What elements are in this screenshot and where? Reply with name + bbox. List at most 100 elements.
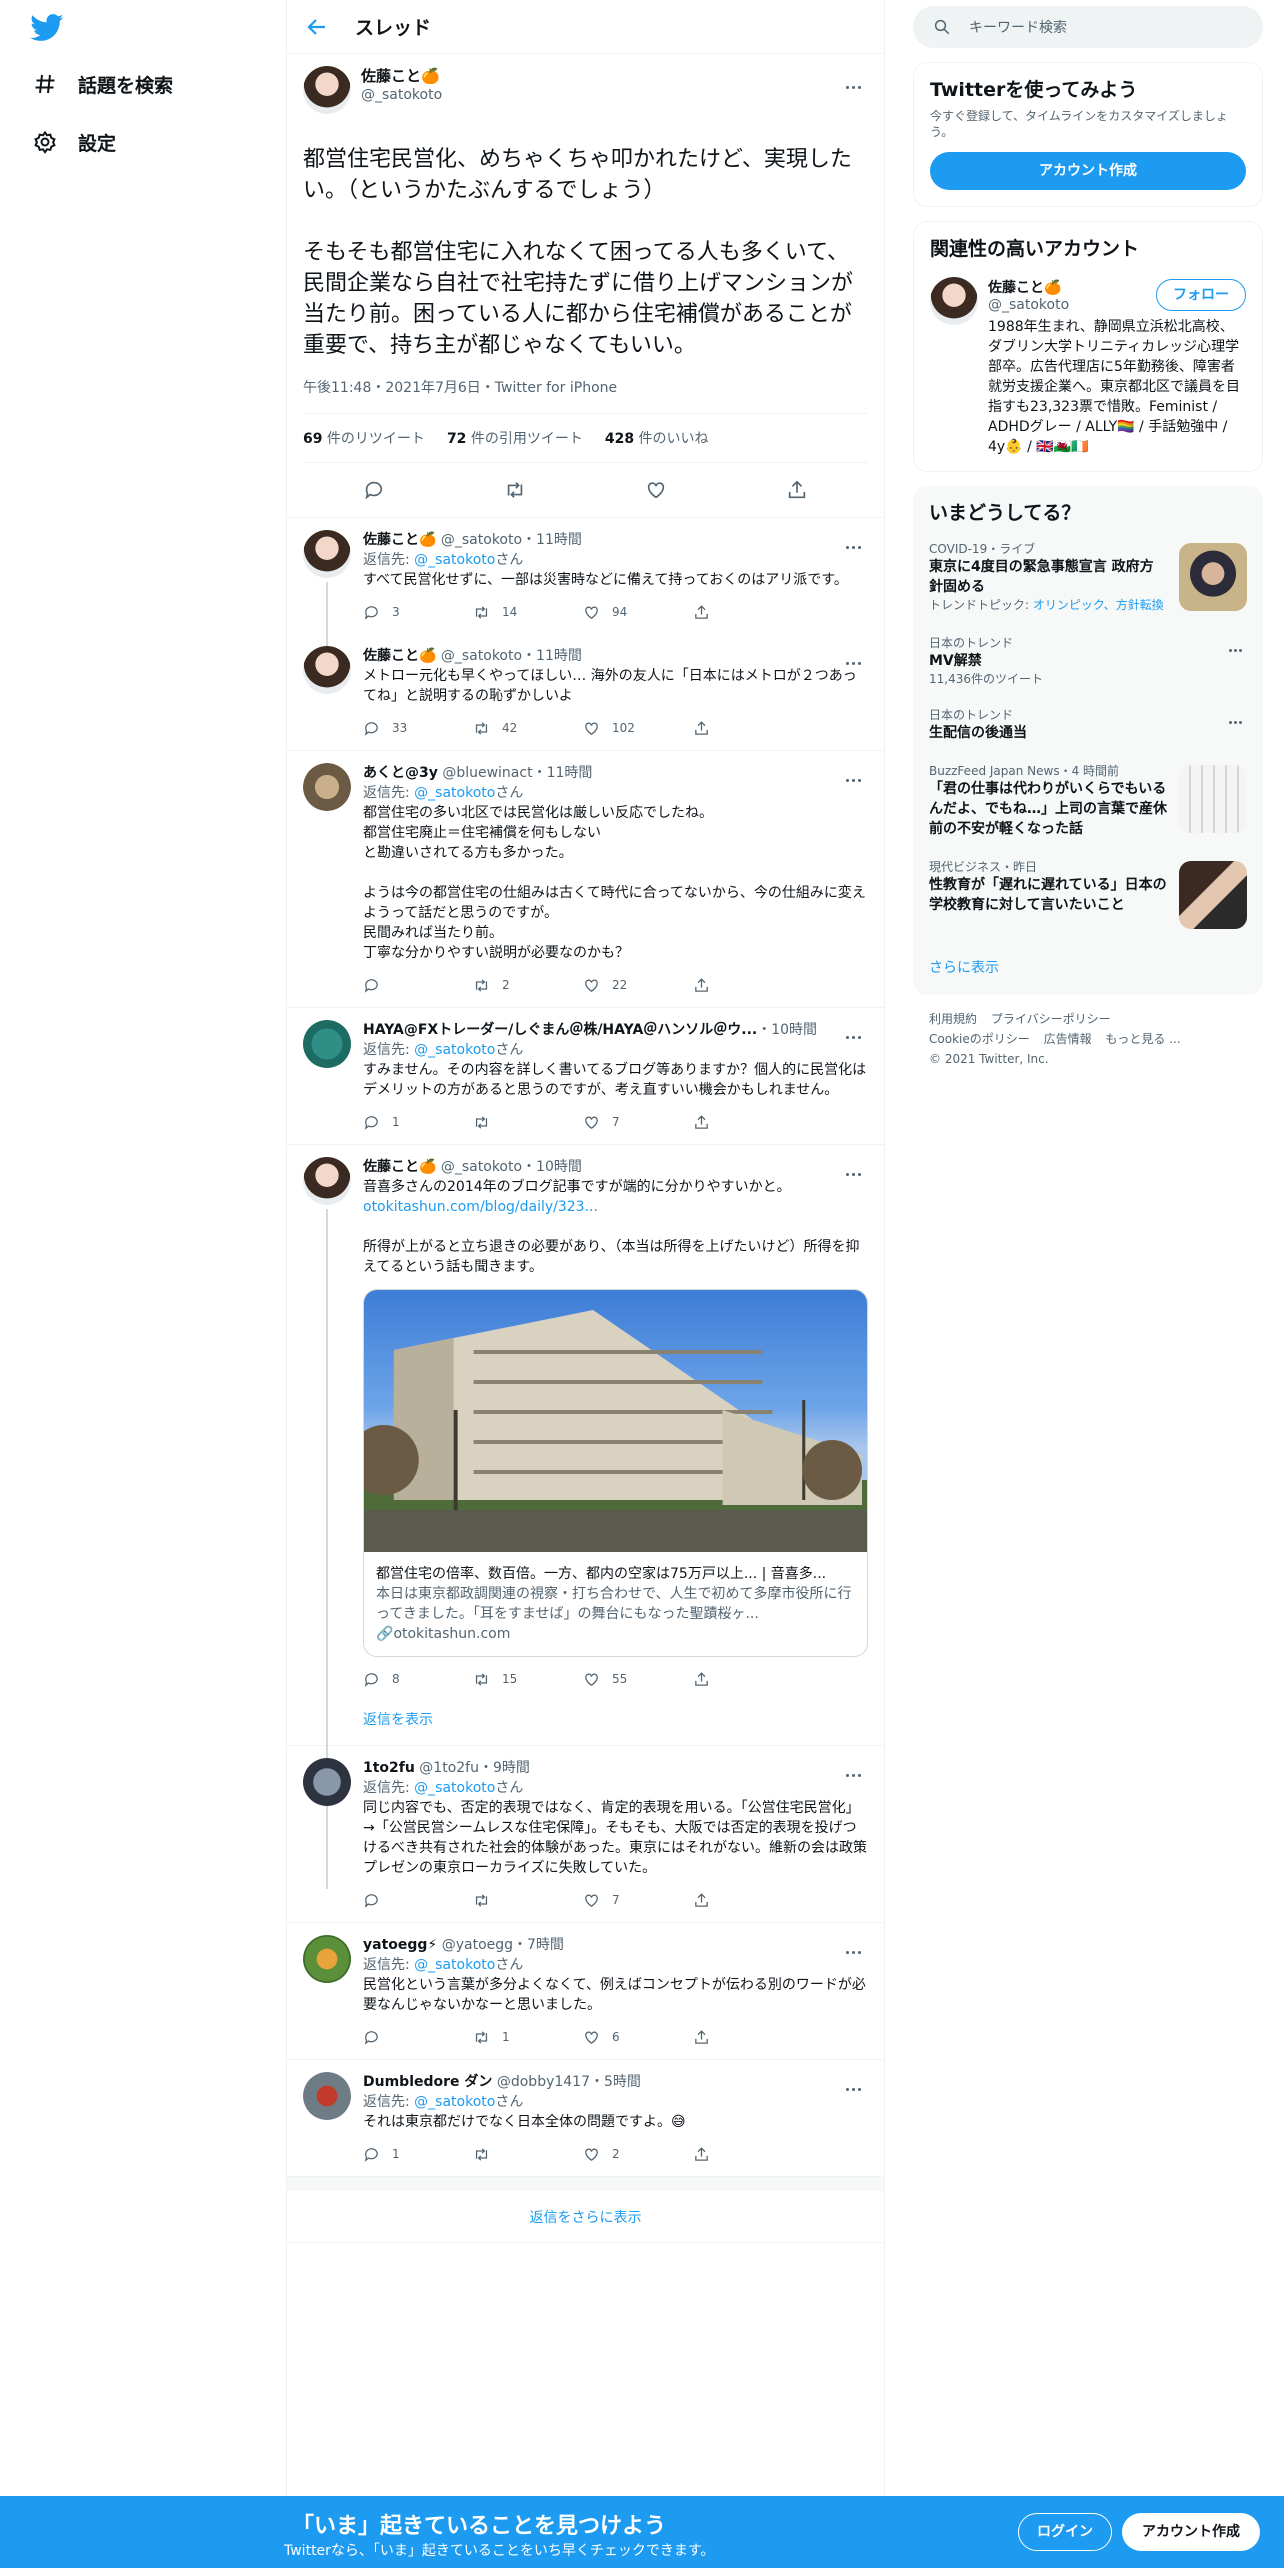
footer-link-ads[interactable]: 広告情報 — [1044, 1032, 1092, 1046]
like-button[interactable]: 55 — [583, 1671, 693, 1688]
reply-meta[interactable]: ・10時間 — [757, 1022, 817, 1038]
reply-author-name[interactable]: 1to2fu — [363, 1760, 415, 1776]
retweet-button[interactable]: 2 — [473, 977, 583, 994]
share-button[interactable] — [693, 977, 803, 994]
more-options-icon[interactable] — [846, 1939, 868, 1954]
reply-meta[interactable]: @_satokoto・10時間 — [436, 1159, 582, 1175]
avatar[interactable] — [303, 1020, 351, 1068]
like-stat[interactable]: 428 件のいいね — [605, 428, 709, 448]
reply-author-name[interactable]: 佐藤こと🍊 — [363, 648, 436, 664]
reply-author-name[interactable]: 佐藤こと🍊 — [363, 1159, 436, 1175]
reply-button[interactable]: 8 — [363, 1671, 473, 1688]
retweet-button[interactable] — [473, 1114, 583, 1131]
retweet-button[interactable] — [473, 2146, 583, 2163]
back-arrow-icon[interactable] — [305, 15, 329, 39]
like-button[interactable]: 2 — [583, 2146, 693, 2163]
share-button[interactable] — [693, 1114, 803, 1131]
reply-to-user[interactable]: @_satokoto — [414, 552, 495, 568]
more-options-icon[interactable] — [846, 2076, 868, 2091]
author-name[interactable]: 佐藤こと🍊 — [361, 66, 442, 86]
trend-item[interactable]: COVID-19・ライブ 東京に4度目の緊急事態宣言 政府方針固める トレンドト… — [913, 531, 1263, 625]
reply-meta[interactable]: @yatoegg・7時間 — [437, 1937, 564, 1953]
retweet-button[interactable]: 42 — [473, 720, 583, 737]
follow-button[interactable]: フォロー — [1156, 279, 1246, 311]
share-icon[interactable] — [786, 479, 808, 501]
share-button[interactable] — [693, 2029, 803, 2046]
tweet-timestamp[interactable]: 午後11:48・2021年7月6日・Twitter for iPhone — [303, 377, 868, 397]
reply-meta[interactable]: @bluewinact・11時間 — [438, 765, 592, 781]
reply-to-user[interactable]: @_satokoto — [414, 1957, 495, 1973]
footer-link-terms[interactable]: 利用規約 — [929, 1012, 977, 1026]
avatar[interactable] — [303, 1935, 351, 1983]
trend-item[interactable]: 日本のトレンド 生配信の後通当 — [913, 697, 1263, 753]
reply-button[interactable] — [363, 977, 473, 994]
like-button[interactable]: 102 — [583, 720, 693, 737]
search-box[interactable]: キーワード検索 — [913, 6, 1263, 48]
more-options-icon[interactable] — [846, 650, 868, 665]
reply-to-user[interactable]: @_satokoto — [414, 1780, 495, 1796]
more-options-icon[interactable] — [846, 767, 868, 782]
account-card[interactable]: 佐藤こと🍊 @_satokoto 1988年生まれ、静岡県立浜松北高校、ダブリン… — [914, 267, 1262, 471]
more-options-icon[interactable] — [1229, 709, 1247, 724]
reply-tweet[interactable]: 佐藤こと🍊 @_satokoto・11時間 返信先: @_satokotoさん … — [287, 518, 884, 664]
more-options-icon[interactable] — [846, 74, 868, 89]
share-button[interactable] — [693, 1671, 803, 1688]
reply-author-name[interactable]: あくと@3y — [363, 765, 438, 781]
retweet-icon[interactable] — [504, 479, 526, 501]
more-replies-link[interactable]: 返信をさらに表示 — [287, 2191, 884, 2243]
login-button[interactable]: ログイン — [1018, 2513, 1112, 2551]
avatar[interactable] — [303, 66, 351, 114]
reply-author-name[interactable]: HAYA@FXトレーダー/しぐまん＠株/HAYA＠ハンソル＠ウ... — [363, 1022, 757, 1038]
reply-button[interactable]: 3 — [363, 604, 473, 621]
author-handle[interactable]: @_satokoto — [361, 86, 442, 104]
more-options-icon[interactable] — [846, 1161, 868, 1176]
retweet-button[interactable] — [473, 1892, 583, 1909]
like-button[interactable]: 7 — [583, 1114, 693, 1131]
reply-button[interactable] — [363, 2029, 473, 2046]
reply-tweet[interactable]: 佐藤こと🍊 @_satokoto・10時間 音喜多さんの2014年のブログ記事で… — [287, 1145, 884, 1889]
share-button[interactable] — [693, 2146, 803, 2163]
avatar[interactable] — [303, 646, 351, 694]
create-account-button[interactable]: アカウント作成 — [930, 152, 1246, 190]
share-button[interactable] — [693, 720, 803, 737]
reply-author-name[interactable]: 佐藤こと🍊 — [363, 532, 436, 548]
link-card[interactable]: 都営住宅の倍率、数百倍。一方、都内の空家は75万戸以上... | 音喜多... … — [363, 1289, 868, 1657]
footer-link-cookies[interactable]: Cookieのポリシー — [929, 1032, 1030, 1046]
avatar[interactable] — [303, 1758, 351, 1806]
show-replies-link[interactable]: 返信を表示 — [287, 1701, 884, 1746]
like-button[interactable]: 22 — [583, 977, 693, 994]
trend-topic-link[interactable]: オリンピック、方針転換 — [1033, 598, 1164, 612]
reply-tweet[interactable]: Dumbledore ダン @dobby1417・5時間 返信先: @_sato… — [287, 2060, 884, 2177]
reply-meta[interactable]: @_satokoto・11時間 — [436, 532, 582, 548]
avatar[interactable] — [303, 1157, 351, 1205]
like-icon[interactable] — [645, 479, 667, 501]
reply-icon[interactable] — [363, 479, 385, 501]
reply-meta[interactable]: @1to2fu・9時間 — [415, 1760, 530, 1776]
reply-tweet[interactable]: yatoegg⚡ @yatoegg・7時間 返信先: @_satokotoさん … — [287, 1923, 884, 2060]
reply-tweet[interactable]: 1to2fu @1to2fu・9時間 返信先: @_satokotoさん 同じ内… — [287, 1746, 884, 1923]
like-button[interactable]: 7 — [583, 1892, 693, 1909]
nav-explore[interactable]: 話題を検索 — [32, 64, 173, 104]
reply-meta[interactable]: @_satokoto・11時間 — [436, 648, 582, 664]
show-more-link[interactable]: さらに表示 — [913, 943, 1263, 995]
retweet-stat[interactable]: 69 件のリツイート — [303, 428, 425, 448]
retweet-button[interactable]: 15 — [473, 1671, 583, 1688]
news-item[interactable]: BuzzFeed Japan News・4 時間前 「君の仕事は代わりがいくらで… — [913, 753, 1263, 849]
footer-link-privacy[interactable]: プライバシーポリシー — [991, 1012, 1111, 1026]
reply-meta[interactable]: @dobby1417・5時間 — [492, 2074, 641, 2090]
reply-to-user[interactable]: @_satokoto — [414, 2094, 495, 2110]
twitter-logo-icon[interactable] — [30, 14, 64, 42]
reply-button[interactable]: 33 — [363, 720, 473, 737]
more-options-icon[interactable] — [846, 1762, 868, 1777]
like-button[interactable]: 94 — [583, 604, 693, 621]
reply-button[interactable]: 1 — [363, 2146, 473, 2163]
avatar[interactable] — [303, 763, 351, 811]
reply-tweet[interactable]: 佐藤こと🍊 @_satokoto・11時間 メトロー元化も早くやってほしい… 海… — [287, 634, 884, 751]
avatar[interactable] — [303, 2072, 351, 2120]
reply-link[interactable]: otokitashun.com/blog/daily/323... — [363, 1197, 868, 1217]
share-button[interactable] — [693, 604, 803, 621]
reply-button[interactable] — [363, 1892, 473, 1909]
share-button[interactable] — [693, 1892, 803, 1909]
reply-tweet[interactable]: HAYA@FXトレーダー/しぐまん＠株/HAYA＠ハンソル＠ウ...・10時間 … — [287, 1008, 884, 1145]
reply-to-user[interactable]: @_satokoto — [414, 1042, 495, 1058]
